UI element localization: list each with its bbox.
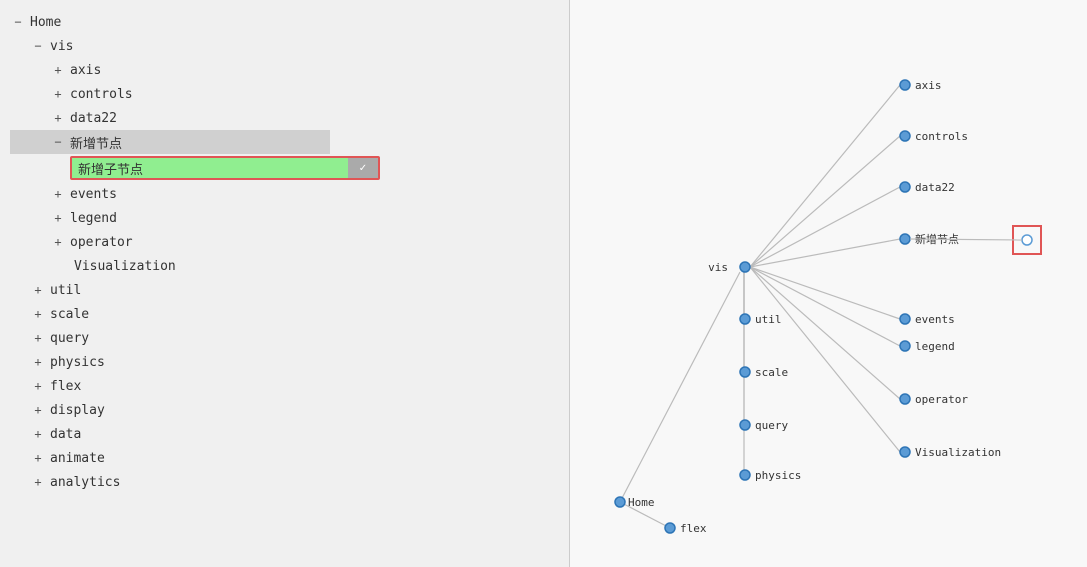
label-events: events (70, 187, 117, 202)
graph-label-physics: physics (755, 469, 801, 482)
label-home: Home (30, 15, 61, 30)
tree-item-data22[interactable]: + data22 (10, 106, 559, 130)
graph-node-util (740, 314, 750, 324)
label-data22: data22 (70, 111, 117, 126)
new-child-node-input[interactable] (72, 161, 342, 176)
tree-item-animate[interactable]: + animate (10, 446, 559, 470)
toggle-controls[interactable]: + (50, 86, 66, 102)
tree-item-visualization[interactable]: Visualization (10, 254, 559, 278)
toggle-legend[interactable]: + (50, 210, 66, 226)
graph-new-child-circle (1022, 235, 1032, 245)
graph-node-visualization (900, 447, 910, 457)
label-analytics: analytics (50, 475, 120, 490)
tree-item-operator[interactable]: + operator (10, 230, 559, 254)
toggle-events[interactable]: + (50, 186, 66, 202)
label-util: util (50, 283, 81, 298)
tree-item-legend[interactable]: + legend (10, 206, 559, 230)
tree-item-events[interactable]: + events (10, 182, 559, 206)
graph-label-axis: axis (915, 79, 942, 92)
toggle-physics[interactable]: + (30, 354, 46, 370)
graph-node-home (615, 497, 625, 507)
tree-item-display[interactable]: + display (10, 398, 559, 422)
label-controls: controls (70, 87, 133, 102)
toggle-flex[interactable]: + (30, 378, 46, 394)
graph-label-controls: controls (915, 130, 968, 143)
graph-node-events (900, 314, 910, 324)
tree-item-util[interactable]: + util (10, 278, 559, 302)
new-child-node-row: ✓ (10, 154, 559, 182)
graph-label-home: Home (628, 496, 655, 509)
graph-label-events: events (915, 313, 955, 326)
graph-node-axis (900, 80, 910, 90)
tree-item-data[interactable]: + data (10, 422, 559, 446)
graph-panel: vis axis controls data22 新增节点 events leg… (570, 0, 1087, 567)
graph-node-vis (740, 262, 750, 272)
graph-label-scale: scale (755, 366, 788, 379)
graph-node-flex (665, 523, 675, 533)
label-legend: legend (70, 211, 117, 226)
tree-item-analytics[interactable]: + analytics (10, 470, 559, 494)
tree-item-axis[interactable]: + axis (10, 58, 559, 82)
label-axis: axis (70, 63, 101, 78)
toggle-operator[interactable]: + (50, 234, 66, 250)
new-child-node-wrapper: ✓ (70, 156, 380, 180)
graph-node-query (740, 420, 750, 430)
label-physics: physics (50, 355, 105, 370)
graph-label-vis: vis (708, 261, 728, 274)
graph-node-controls (900, 131, 910, 141)
label-scale: scale (50, 307, 89, 322)
tree-item-controls[interactable]: + controls (10, 82, 559, 106)
toggle-new-node[interactable]: − (50, 134, 66, 150)
tree-container: − Home − vis + axis + controls + data22 … (0, 0, 569, 504)
graph-label-flex: flex (680, 522, 707, 535)
confirm-new-child-button[interactable]: ✓ (348, 158, 378, 178)
tree-item-flex[interactable]: + flex (10, 374, 559, 398)
tree-item-query[interactable]: + query (10, 326, 559, 350)
toggle-query[interactable]: + (30, 330, 46, 346)
label-operator: operator (70, 235, 133, 250)
toggle-vis[interactable]: − (30, 38, 46, 54)
toggle-scale[interactable]: + (30, 306, 46, 322)
tree-item-scale[interactable]: + scale (10, 302, 559, 326)
label-new-node: 新增节点 (70, 133, 122, 152)
toggle-animate[interactable]: + (30, 450, 46, 466)
label-data: data (50, 427, 81, 442)
graph-label-visualization: Visualization (915, 446, 1001, 459)
graph-node-physics (740, 470, 750, 480)
graph-node-new-node (900, 234, 910, 244)
graph-node-operator (900, 394, 910, 404)
graph-label-legend: legend (915, 340, 955, 353)
tree-item-physics[interactable]: + physics (10, 350, 559, 374)
label-flex: flex (50, 379, 81, 394)
toggle-util[interactable]: + (30, 282, 46, 298)
toggle-display[interactable]: + (30, 402, 46, 418)
graph-node-scale (740, 367, 750, 377)
graph-node-data22 (900, 182, 910, 192)
tree-item-home[interactable]: − Home (10, 10, 559, 34)
tree-item-new-node[interactable]: − 新增节点 (10, 130, 330, 154)
graph-label-operator: operator (915, 393, 968, 406)
toggle-analytics[interactable]: + (30, 474, 46, 490)
toggle-axis[interactable]: + (50, 62, 66, 78)
label-display: display (50, 403, 105, 418)
toggle-data22[interactable]: + (50, 110, 66, 126)
label-query: query (50, 331, 89, 346)
toggle-data[interactable]: + (30, 426, 46, 442)
label-visualization: Visualization (74, 259, 176, 274)
label-animate: animate (50, 451, 105, 466)
label-vis: vis (50, 39, 73, 54)
graph-label-data22: data22 (915, 181, 955, 194)
toggle-home[interactable]: − (10, 14, 26, 30)
graph-label-query: query (755, 419, 788, 432)
graph-svg: vis axis controls data22 新增节点 events leg… (570, 0, 1087, 567)
graph-label-util: util (755, 313, 782, 326)
graph-node-legend (900, 341, 910, 351)
tree-panel: − Home − vis + axis + controls + data22 … (0, 0, 570, 567)
tree-item-vis[interactable]: − vis (10, 34, 559, 58)
